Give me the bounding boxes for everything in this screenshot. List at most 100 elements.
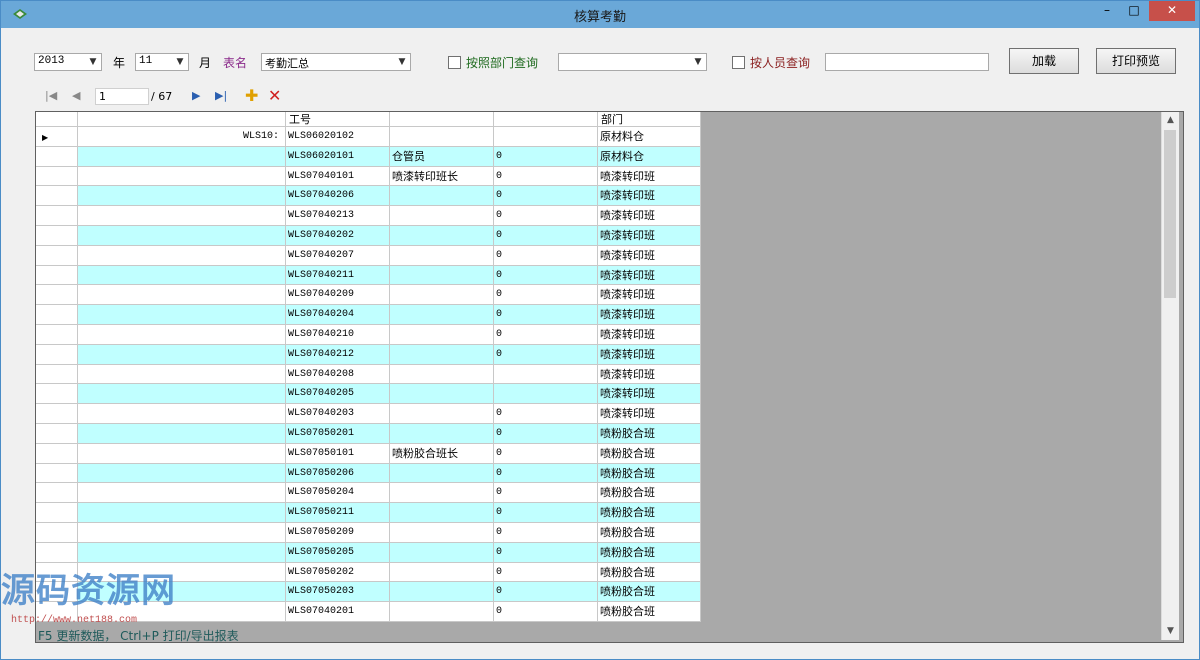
row-indicator[interactable] (36, 483, 78, 504)
value-cell[interactable]: 0 (494, 463, 598, 484)
table-row[interactable]: WLS07040208 喷漆转印班 (36, 364, 701, 385)
position-cell[interactable] (390, 305, 494, 325)
name-cell[interactable] (78, 463, 286, 484)
name-cell[interactable] (78, 245, 286, 266)
position-cell[interactable] (390, 285, 494, 306)
employee-id-cell[interactable]: WLS07040204 (286, 305, 390, 325)
employee-id-cell[interactable]: WLS07050204 (286, 483, 390, 504)
row-indicator[interactable] (36, 285, 78, 306)
row-indicator[interactable] (36, 325, 78, 345)
position-cell[interactable] (390, 344, 494, 365)
department-cell[interactable]: 喷粉胶合班 (598, 562, 701, 583)
table-row[interactable]: WLS07050101 喷粉胶合班长 0 喷粉胶合班 (36, 443, 701, 464)
month-select[interactable]: 11 ▼ (135, 53, 189, 71)
position-cell[interactable] (390, 265, 494, 286)
employee-id-cell[interactable]: WLS06020102 (286, 127, 390, 147)
employee-id-cell[interactable]: WLS07040101 (286, 166, 390, 187)
value-cell[interactable]: 0 (494, 325, 598, 345)
value-cell[interactable]: 0 (494, 146, 598, 167)
name-cell[interactable]: WLS10: (78, 127, 286, 147)
department-cell[interactable]: 喷漆转印班 (598, 325, 701, 345)
employee-id-cell[interactable]: WLS06020101 (286, 146, 390, 167)
title-bar[interactable]: 核算考勤 – □ ✕ (1, 1, 1199, 28)
department-cell[interactable]: 喷粉胶合班 (598, 542, 701, 563)
name-cell[interactable] (78, 146, 286, 167)
prev-record-icon[interactable]: ◀ (72, 89, 80, 102)
first-record-icon[interactable]: |◀ (45, 89, 57, 102)
department-cell[interactable]: 原材料仓 (598, 146, 701, 167)
column-header[interactable] (78, 112, 286, 127)
table-row[interactable]: ▶ WLS10: WLS06020102 原材料仓 (36, 127, 701, 147)
name-cell[interactable] (78, 265, 286, 286)
row-indicator[interactable]: ▶ (36, 127, 78, 147)
row-indicator[interactable] (36, 424, 78, 444)
table-row[interactable]: WLS07040207 0 喷漆转印班 (36, 245, 701, 266)
value-cell[interactable]: 0 (494, 344, 598, 365)
value-cell[interactable]: 0 (494, 186, 598, 207)
row-indicator[interactable] (36, 503, 78, 523)
table-row[interactable]: WLS07050205 0 喷粉胶合班 (36, 542, 701, 563)
department-cell[interactable]: 喷粉胶合班 (598, 463, 701, 484)
position-cell[interactable] (390, 384, 494, 405)
employee-id-cell[interactable]: WLS07050202 (286, 562, 390, 583)
name-cell[interactable] (78, 443, 286, 464)
value-cell[interactable]: 0 (494, 602, 598, 622)
table-row[interactable]: WLS07040213 0 喷漆转印班 (36, 206, 701, 226)
value-cell[interactable]: 0 (494, 206, 598, 226)
name-cell[interactable] (78, 186, 286, 207)
table-row[interactable]: WLS06020101 仓管员 0 原材料仓 (36, 146, 701, 167)
position-cell[interactable] (390, 562, 494, 583)
table-row[interactable]: WLS07040101 喷漆转印班长 0 喷漆转印班 (36, 166, 701, 187)
department-cell[interactable]: 喷漆转印班 (598, 265, 701, 286)
name-cell[interactable] (78, 523, 286, 543)
name-cell[interactable] (78, 166, 286, 187)
employee-id-cell[interactable]: WLS07040213 (286, 206, 390, 226)
print-preview-button[interactable]: 打印预览 (1096, 48, 1176, 74)
data-grid[interactable]: 工号 部门 ▶ WLS10: WLS06020102 原材料仓 WLS06020101 仓… (35, 111, 1184, 643)
name-cell[interactable] (78, 226, 286, 246)
column-header[interactable] (390, 112, 494, 127)
department-cell[interactable]: 喷漆转印班 (598, 404, 701, 424)
name-cell[interactable] (78, 305, 286, 325)
position-cell[interactable] (390, 483, 494, 504)
position-cell[interactable] (390, 127, 494, 147)
department-cell[interactable]: 喷漆转印班 (598, 226, 701, 246)
row-indicator[interactable] (36, 344, 78, 365)
name-cell[interactable] (78, 206, 286, 226)
name-cell[interactable] (78, 384, 286, 405)
table-row[interactable]: WLS07040205 喷漆转印班 (36, 384, 701, 405)
department-cell[interactable]: 喷粉胶合班 (598, 582, 701, 603)
value-cell[interactable]: 0 (494, 305, 598, 325)
department-cell[interactable]: 喷漆转印班 (598, 344, 701, 365)
employee-id-cell[interactable]: WLS07040211 (286, 265, 390, 286)
value-cell[interactable]: 0 (494, 443, 598, 464)
employee-id-cell[interactable]: WLS07040202 (286, 226, 390, 246)
position-cell[interactable]: 仓管员 (390, 146, 494, 167)
employee-id-cell[interactable]: WLS07050201 (286, 424, 390, 444)
department-cell[interactable]: 喷粉胶合班 (598, 523, 701, 543)
load-button[interactable]: 加载 (1009, 48, 1079, 74)
department-cell[interactable]: 喷漆转印班 (598, 186, 701, 207)
value-cell[interactable]: 0 (494, 424, 598, 444)
value-cell[interactable]: 0 (494, 483, 598, 504)
employee-id-cell[interactable]: WLS07050101 (286, 443, 390, 464)
close-button[interactable]: ✕ (1149, 1, 1195, 21)
dept-select[interactable]: ▼ (558, 53, 707, 71)
department-cell[interactable]: 喷漆转印班 (598, 364, 701, 385)
table-row[interactable]: WLS07040211 0 喷漆转印班 (36, 265, 701, 286)
column-header-dept[interactable]: 部门 (598, 112, 701, 127)
row-indicator[interactable] (36, 443, 78, 464)
row-indicator[interactable] (36, 226, 78, 246)
department-cell[interactable]: 原材料仓 (598, 127, 701, 147)
value-cell[interactable]: 0 (494, 542, 598, 563)
position-cell[interactable] (390, 364, 494, 385)
value-cell[interactable] (494, 384, 598, 405)
employee-id-cell[interactable]: WLS07040206 (286, 186, 390, 207)
last-record-icon[interactable]: ▶| (215, 89, 227, 102)
position-cell[interactable] (390, 186, 494, 207)
row-indicator[interactable] (36, 206, 78, 226)
department-cell[interactable]: 喷粉胶合班 (598, 602, 701, 622)
value-cell[interactable]: 0 (494, 245, 598, 266)
row-indicator[interactable] (36, 384, 78, 405)
table-row[interactable]: WLS07040210 0 喷漆转印班 (36, 325, 701, 345)
